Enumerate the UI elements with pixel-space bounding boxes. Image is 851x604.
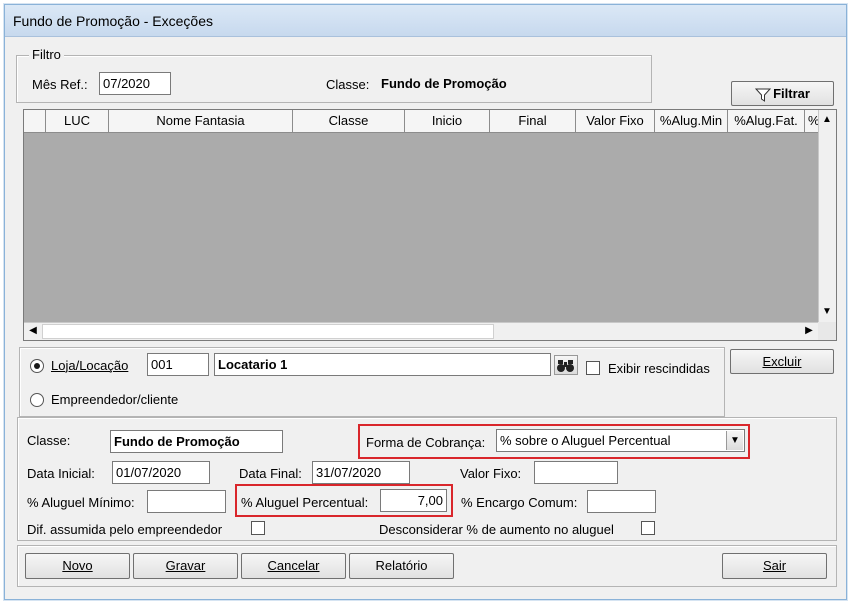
forma-cobranca-value: % sobre o Aluguel Percentual [500,433,671,448]
forma-cobranca-label: Forma de Cobrança: [366,435,486,450]
desconsiderar-label: Desconsiderar % de aumento no aluguel [379,522,614,537]
gravar-button[interactable]: Gravar [133,553,238,579]
title-bar: Fundo de Promoção - Exceções [5,5,846,37]
novo-button-label: Novo [62,558,93,573]
grid-column-header[interactable]: %Alug.Fat. [728,110,805,132]
encargo-comum-input[interactable] [587,490,656,513]
results-grid[interactable]: LUC Nome Fantasia Classe Inicio Final Va… [23,109,837,341]
loja-name-input[interactable]: Locatario 1 [214,353,551,376]
valor-fixo-input[interactable] [534,461,618,484]
cancelar-button-label: Cancelar [267,558,320,573]
loja-radio[interactable] [30,359,44,373]
grid-column-header[interactable]: Inicio [405,110,490,132]
scroll-right-icon[interactable]: ▶ [801,323,817,339]
gravar-button-label: Gravar [165,558,206,573]
loja-code-input[interactable]: 001 [147,353,209,376]
horizontal-scroll-thumb[interactable] [42,324,494,339]
filter-button[interactable]: Filtrar [731,81,834,106]
forma-cobranca-select[interactable]: % sobre o Aluguel Percentual ▼ [496,429,745,452]
data-final-input[interactable]: 31/07/2020 [312,461,410,484]
dif-assumida-label: Dif. assumida pelo empreendedor [27,522,223,537]
scroll-left-icon[interactable]: ◀ [25,323,41,339]
valor-fixo-label: Valor Fixo: [460,466,522,481]
aluguel-percentual-label: % Aluguel Percentual: [241,495,369,510]
empreendedor-radio-label[interactable]: Empreendedor/cliente [51,392,178,407]
window-title: Fundo de Promoção - Exceções [13,13,213,29]
grid-vertical-scrollbar[interactable]: ▲ ▼ [818,110,836,322]
excluir-button-label: Excluir [762,354,802,369]
exibir-rescindidas-label[interactable]: Exibir rescindidas [608,361,710,376]
scroll-up-icon[interactable]: ▲ [819,112,835,128]
scroll-down-icon[interactable]: ▼ [819,304,835,320]
aluguel-percentual-input[interactable]: 7,00 [380,489,447,512]
data-final-label: Data Final: [239,466,302,481]
dif-assumida-checkbox[interactable] [251,521,265,535]
grid-column-header[interactable]: %Alug.Min [655,110,728,132]
grid-header: LUC Nome Fantasia Classe Inicio Final Va… [24,110,818,133]
grid-column-header[interactable]: LUC [46,110,109,132]
filter-classe-value: Fundo de Promoção [381,76,507,91]
relatorio-button[interactable]: Relatório [349,553,454,579]
grid-column-header[interactable]: Final [490,110,576,132]
filter-classe-label: Classe: [326,77,370,92]
scrollbar-corner [818,322,836,340]
encargo-comum-label: % Encargo Comum: [461,495,578,510]
binoculars-icon[interactable] [554,355,578,375]
cancelar-button[interactable]: Cancelar [241,553,346,579]
loja-radio-label[interactable]: Loja/Locação [51,358,128,373]
sair-button-label: Sair [762,558,787,573]
app-window: Fundo de Promoção - Exceções Filtro Mês … [4,4,847,600]
empreendedor-radio[interactable] [30,393,44,407]
mes-ref-input[interactable]: 07/2020 [99,72,171,95]
data-inicial-input[interactable]: 01/07/2020 [112,461,210,484]
relatorio-button-label: Relatório [375,558,428,573]
grid-column-header[interactable]: % [805,110,818,132]
sair-button[interactable]: Sair [722,553,827,579]
chevron-down-icon[interactable]: ▼ [726,431,743,450]
grid-indicator-column [24,110,46,132]
data-inicial-label: Data Inicial: [27,466,95,481]
detail-classe-label: Classe: [27,433,71,448]
mes-ref-label: Mês Ref.: [32,77,88,92]
filter-button-label: Filtrar [773,86,810,101]
excluir-button[interactable]: Excluir [730,349,834,374]
detail-classe-value: Fundo de Promoção [110,430,283,453]
grid-horizontal-scrollbar[interactable]: ◀ ▶ [24,322,818,340]
desconsiderar-checkbox[interactable] [641,521,655,535]
aluguel-minimo-label: % Aluguel Mínimo: [27,495,135,510]
filter-legend: Filtro [29,47,64,62]
funnel-icon [754,88,772,102]
aluguel-minimo-input[interactable] [147,490,226,513]
grid-column-header[interactable]: Nome Fantasia [109,110,293,132]
novo-button[interactable]: Novo [25,553,130,579]
exibir-rescindidas-checkbox[interactable] [586,361,600,375]
grid-column-header[interactable]: Valor Fixo [576,110,655,132]
grid-column-header[interactable]: Classe [293,110,405,132]
